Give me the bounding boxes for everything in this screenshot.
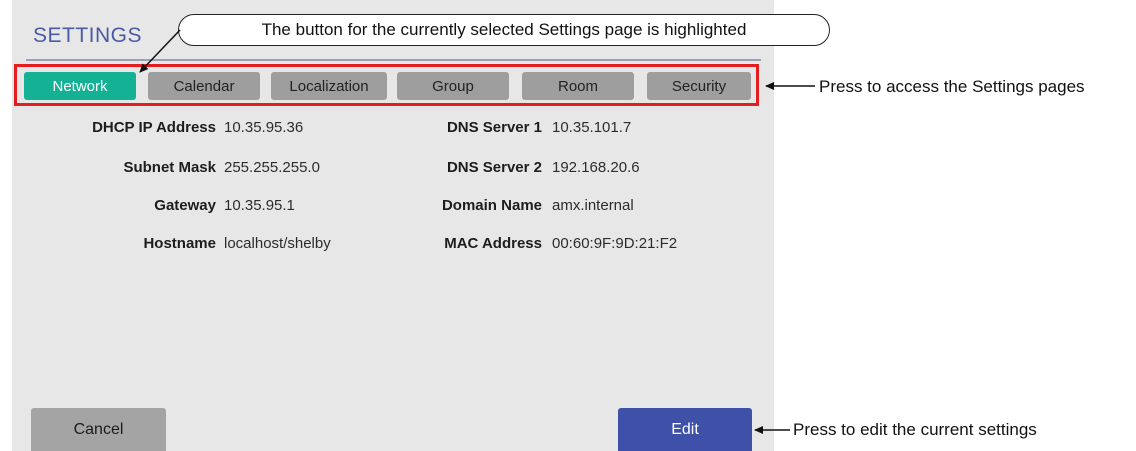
- edit-button[interactable]: Edit: [618, 408, 752, 451]
- tab-localization[interactable]: Localization: [271, 72, 387, 100]
- edit-annotation: Press to edit the current settings: [793, 420, 1037, 439]
- hostname-value: localhost/shelby: [224, 235, 331, 252]
- tabs-annotation: Press to access the Settings pages: [819, 77, 1085, 96]
- tab-security[interactable]: Security: [647, 72, 751, 100]
- cancel-button[interactable]: Cancel: [31, 408, 166, 451]
- tab-room[interactable]: Room: [522, 72, 634, 100]
- page-title: SETTINGS: [33, 24, 143, 47]
- title-divider: [26, 59, 761, 61]
- mac-address-value: 00:60:9F:9D:21:F2: [552, 235, 678, 252]
- subnet-mask-value: 255.255.255.0: [224, 159, 320, 176]
- tab-network[interactable]: Network: [24, 72, 136, 100]
- gateway-value: 10.35.95.1: [224, 197, 295, 214]
- dhcp-ip-label: DHCP IP Address: [92, 119, 216, 136]
- gateway-label: Gateway: [154, 197, 216, 214]
- subnet-mask-label: Subnet Mask: [123, 159, 216, 176]
- tab-calendar[interactable]: Calendar: [148, 72, 260, 100]
- dns-server-2-label: DNS Server 2: [446, 159, 542, 176]
- tab-group[interactable]: Group: [397, 72, 509, 100]
- mac-address-label: MAC Address: [444, 235, 542, 252]
- dns-server-2-value: 192.168.20.6: [552, 159, 640, 176]
- dns-server-1-value: 10.35.101.7: [552, 119, 632, 136]
- domain-name-label: Domain Name: [441, 197, 542, 214]
- dns-server-1-label: DNS Server 1: [446, 119, 542, 136]
- dhcp-ip-value: 10.35.95.36: [224, 119, 304, 136]
- domain-name-value: amx.internal: [552, 197, 634, 214]
- documentation-figure: SETTINGS Network Calendar Localization G…: [0, 0, 1136, 451]
- hostname-label: Hostname: [143, 235, 216, 252]
- highlight-callout: The button for the currently selected Se…: [178, 14, 830, 46]
